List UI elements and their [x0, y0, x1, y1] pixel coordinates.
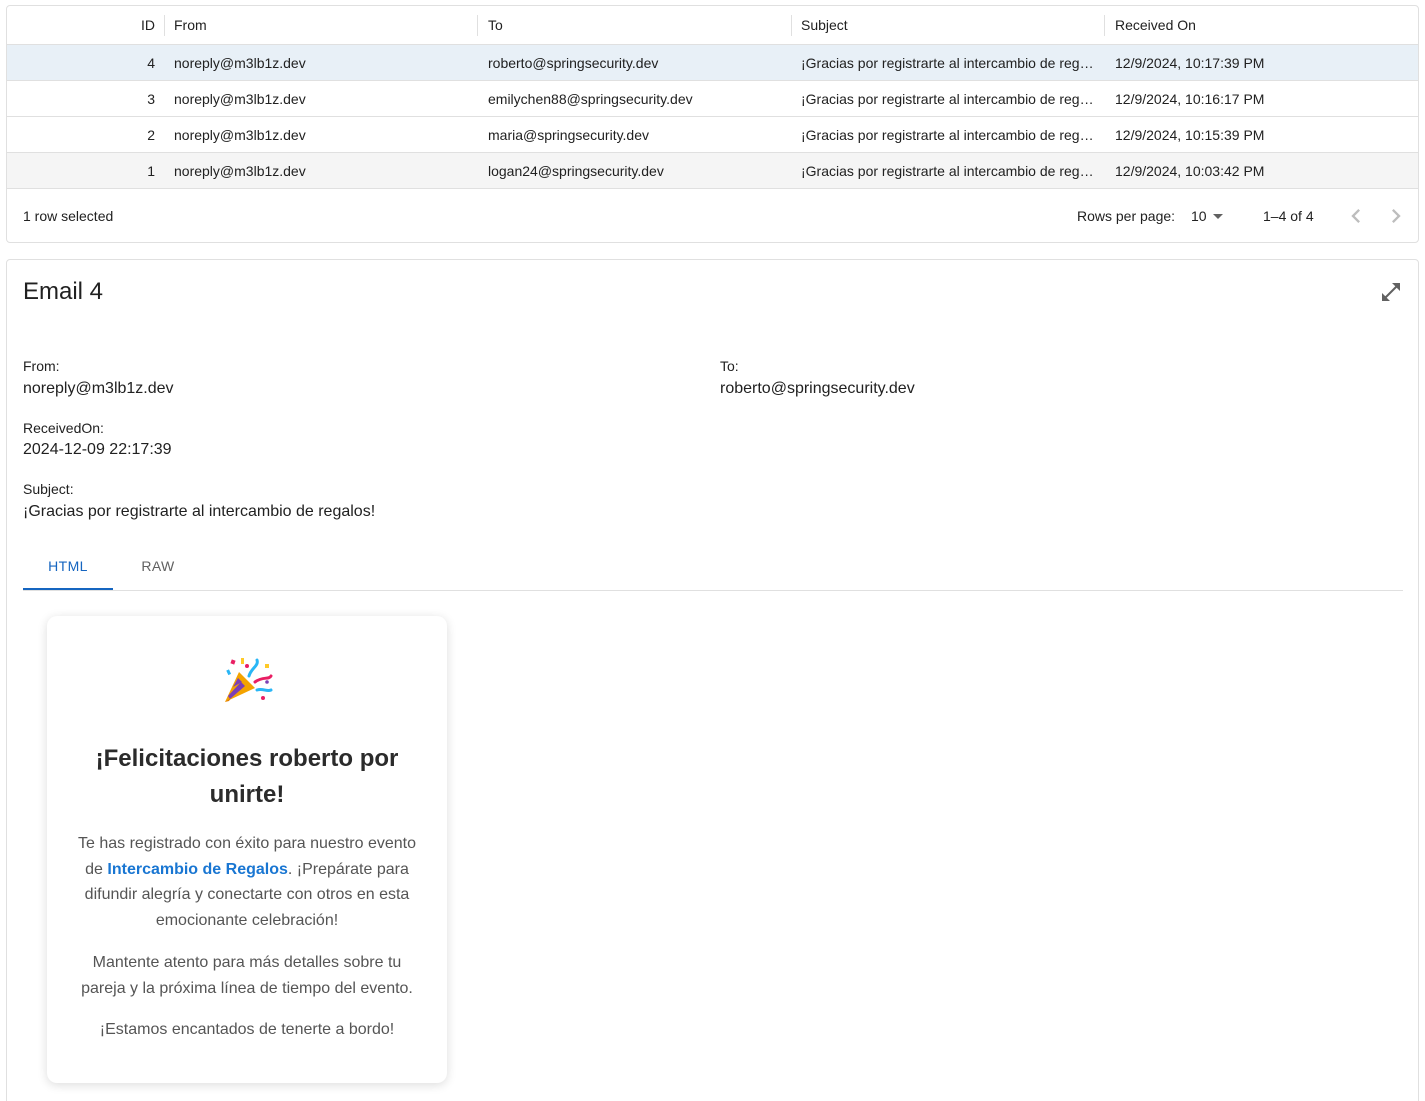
column-separator[interactable]	[164, 15, 165, 36]
table-row[interactable]: 2 noreply@m3lb1z.dev maria@springsecurit…	[7, 117, 1418, 153]
cell-to: maria@springsecurity.dev	[488, 127, 650, 143]
table-row[interactable]: 3 noreply@m3lb1z.dev emilychen88@springs…	[7, 81, 1418, 117]
previous-page-button[interactable]	[1342, 202, 1370, 230]
cell-to: emilychen88@springsecurity.dev	[488, 91, 693, 107]
pagination-range: 1–4 of 4	[1263, 208, 1314, 224]
selected-row-count: 1 row selected	[23, 208, 114, 224]
subject-value: ¡Gracias por registrarte al intercambio …	[23, 503, 376, 520]
cell-id: 2	[147, 127, 155, 143]
column-separator[interactable]	[1104, 15, 1105, 36]
cell-from: noreply@m3lb1z.dev	[174, 55, 306, 71]
caret-down-icon	[1213, 214, 1223, 219]
cell-id: 4	[147, 55, 155, 71]
cell-to: logan24@springsecurity.dev	[488, 163, 664, 179]
chevron-right-icon	[1392, 209, 1401, 223]
rows-per-page-select[interactable]: 10	[1187, 204, 1231, 228]
expand-icon	[1382, 283, 1400, 301]
column-header-received-on[interactable]: Received On	[1115, 6, 1196, 45]
view-tabs: HTML RAW	[23, 545, 1403, 591]
table-row[interactable]: 1 noreply@m3lb1z.dev logan24@springsecur…	[7, 153, 1418, 189]
column-header-subject[interactable]: Subject	[801, 6, 848, 45]
cell-id: 3	[147, 91, 155, 107]
table-row[interactable]: 4 noreply@m3lb1z.dev roberto@springsecur…	[7, 45, 1418, 81]
subject-label: Subject:	[23, 481, 74, 497]
from-value: noreply@m3lb1z.dev	[23, 380, 174, 397]
cell-id: 1	[147, 163, 155, 179]
rows-per-page-value: 10	[1191, 208, 1207, 224]
next-page-button[interactable]	[1382, 202, 1410, 230]
tab-raw[interactable]: RAW	[113, 545, 203, 590]
cell-received-on: 12/9/2024, 10:16:17 PM	[1115, 91, 1265, 107]
email-detail-panel: Email 4 From: noreply@m3lb1z.dev To: rob…	[6, 259, 1419, 1101]
cell-subject: ¡Gracias por registrarte al intercambio …	[801, 55, 1097, 71]
party-popper-icon	[225, 658, 273, 702]
to-value: roberto@springsecurity.dev	[720, 380, 915, 397]
column-header-to[interactable]: To	[488, 6, 503, 45]
cell-from: noreply@m3lb1z.dev	[174, 127, 306, 143]
email-paragraph: Mantente atento para más detalles sobre …	[81, 954, 413, 997]
cell-subject: ¡Gracias por registrarte al intercambio …	[801, 163, 1097, 179]
cell-to: roberto@springsecurity.dev	[488, 55, 659, 71]
email-paragraph: Te has registrado con éxito para nuestro…	[75, 831, 419, 933]
to-label: To:	[720, 358, 739, 374]
received-on-value: 2024-12-09 22:17:39	[23, 441, 172, 458]
cell-subject: ¡Gracias por registrarte al intercambio …	[801, 127, 1097, 143]
email-data-grid: ID From To Subject Received On 4 noreply…	[6, 5, 1419, 243]
email-title: Email 4	[23, 278, 104, 305]
column-separator[interactable]	[477, 15, 478, 36]
cell-from: noreply@m3lb1z.dev	[174, 91, 306, 107]
email-heading: ¡Felicitaciones roberto por unirte!	[95, 745, 399, 808]
column-header-from[interactable]: From	[174, 6, 207, 45]
cell-from: noreply@m3lb1z.dev	[174, 163, 306, 179]
cell-received-on: 12/9/2024, 10:17:39 PM	[1115, 55, 1265, 71]
tab-html[interactable]: HTML	[23, 545, 113, 590]
received-on-label: ReceivedOn:	[23, 420, 104, 436]
column-header-id[interactable]: ID	[7, 6, 155, 45]
expand-button[interactable]	[1379, 280, 1403, 304]
grid-footer: 1 row selected Rows per page: 10 1–4 of …	[7, 190, 1418, 242]
email-closing: ¡Estamos encantados de tenerte a bordo!	[99, 1021, 395, 1038]
chevron-left-icon	[1351, 209, 1360, 223]
cell-subject: ¡Gracias por registrarte al intercambio …	[801, 91, 1097, 107]
email-html-preview: ¡Felicitaciones roberto por unirte! Te h…	[47, 616, 447, 1083]
cell-received-on: 12/9/2024, 10:03:42 PM	[1115, 163, 1265, 179]
from-label: From:	[23, 358, 60, 374]
column-separator[interactable]	[791, 15, 792, 36]
event-name-highlight: Intercambio de Regalos	[107, 860, 288, 878]
cell-received-on: 12/9/2024, 10:15:39 PM	[1115, 127, 1265, 143]
rows-per-page-label: Rows per page:	[1077, 208, 1176, 224]
grid-header: ID From To Subject Received On	[7, 6, 1418, 45]
